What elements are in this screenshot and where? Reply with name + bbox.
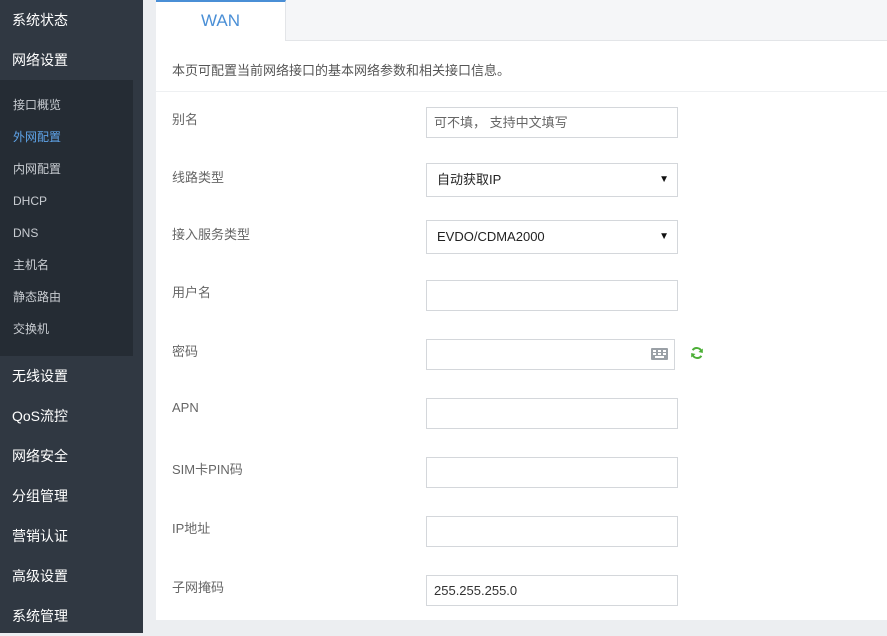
menu-advanced-settings[interactable]: 高级设置	[0, 556, 143, 596]
menu-qos[interactable]: QoS流控	[0, 396, 143, 436]
sidebar: 系统状态 网络设置 接口概览 外网配置 内网配置 DHCP DNS 主机名 静态…	[0, 0, 143, 633]
username-input[interactable]	[426, 280, 678, 311]
tab-bar: WAN	[156, 0, 887, 41]
caret-down-icon: ▼	[659, 231, 669, 242]
submenu-lan-config[interactable]: 内网配置	[0, 153, 133, 185]
service-type-select[interactable]: EVDO/CDMA2000 ▼	[426, 220, 678, 254]
submenu-static-route[interactable]: 静态路由	[0, 281, 133, 313]
submenu-hostname[interactable]: 主机名	[0, 249, 133, 281]
submenu-switch[interactable]: 交换机	[0, 313, 133, 345]
menu-marketing-auth[interactable]: 营销认证	[0, 516, 143, 556]
submenu-wan-config[interactable]: 外网配置	[0, 121, 133, 153]
network-submenu: 接口概览 外网配置 内网配置 DHCP DNS 主机名 静态路由 交换机	[0, 80, 133, 356]
netmask-label: 子网掩码	[172, 580, 225, 595]
line-type-label: 线路类型	[172, 170, 225, 185]
menu-wireless-settings[interactable]: 无线设置	[0, 356, 143, 396]
alias-input[interactable]	[426, 107, 678, 138]
menu-system-status[interactable]: 系统状态	[0, 0, 143, 40]
menu-network-settings[interactable]: 网络设置	[0, 40, 143, 80]
apn-input[interactable]	[426, 398, 678, 429]
submenu-dhcp[interactable]: DHCP	[0, 185, 133, 217]
password-field	[426, 339, 675, 370]
sim-pin-input[interactable]	[426, 457, 678, 488]
tab-wan[interactable]: WAN	[156, 0, 286, 41]
password-label: 密码	[172, 344, 199, 359]
menu-network-security[interactable]: 网络安全	[0, 436, 143, 476]
service-type-label: 接入服务类型	[172, 227, 251, 242]
sim-pin-label: SIM卡PIN码	[172, 462, 243, 477]
page-description: 本页可配置当前网络接口的基本网络参数和相关接口信息。	[172, 63, 511, 78]
service-type-value: EVDO/CDMA2000	[437, 229, 545, 244]
divider	[156, 91, 887, 92]
line-type-value: 自动获取IP	[437, 172, 502, 187]
submenu-interface-overview[interactable]: 接口概览	[0, 89, 133, 121]
menu-system-management[interactable]: 系统管理	[0, 596, 143, 636]
keyboard-icon[interactable]	[651, 348, 668, 360]
netmask-input[interactable]	[426, 575, 678, 606]
menu-group-management[interactable]: 分组管理	[0, 476, 143, 516]
ip-address-label: IP地址	[172, 521, 211, 536]
submenu-dns[interactable]: DNS	[0, 217, 133, 249]
password-input[interactable]	[427, 340, 656, 369]
username-label: 用户名	[172, 285, 212, 300]
ip-address-input[interactable]	[426, 516, 678, 547]
line-type-select[interactable]: 自动获取IP ▼	[426, 163, 678, 197]
alias-label: 别名	[172, 112, 199, 127]
caret-down-icon: ▼	[659, 174, 669, 185]
apn-label: APN	[172, 400, 199, 415]
refresh-icon[interactable]	[690, 346, 704, 360]
content-panel: WAN 本页可配置当前网络接口的基本网络参数和相关接口信息。 别名 线路类型 自…	[156, 0, 887, 620]
